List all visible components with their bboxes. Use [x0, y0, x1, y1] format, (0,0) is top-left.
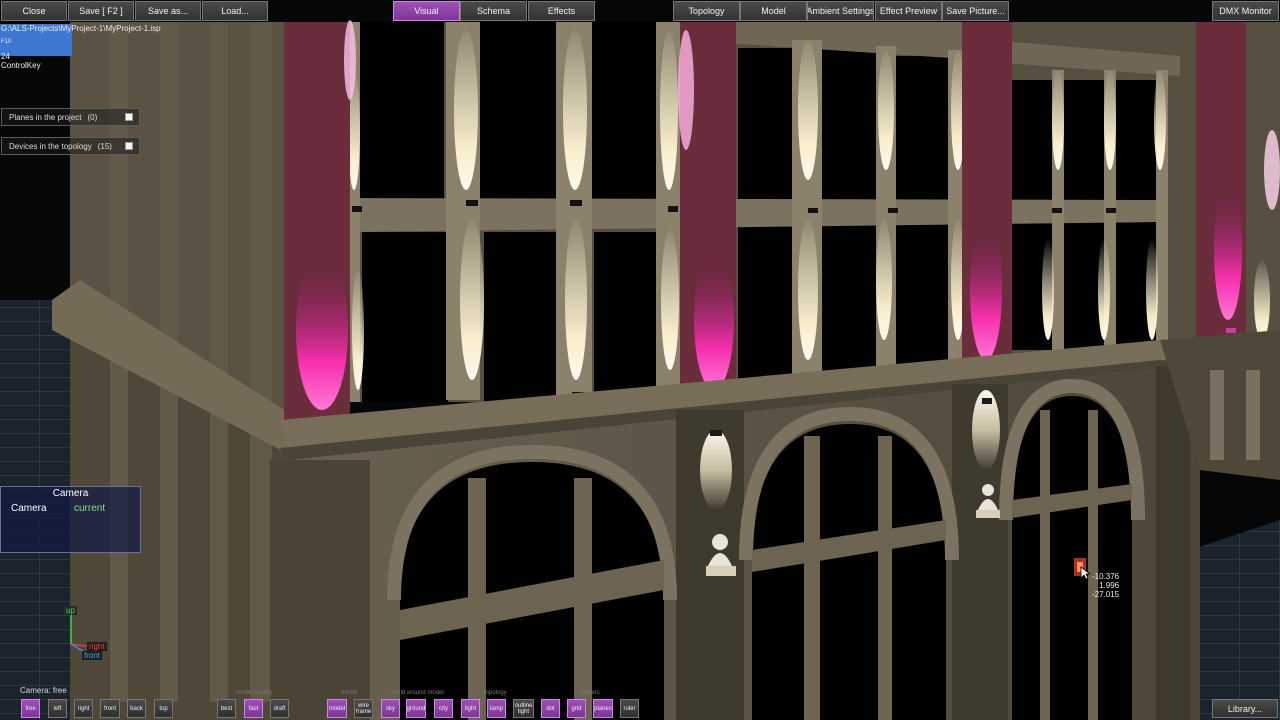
key-hint: F10 [1, 39, 12, 45]
planes-list-label: Planes in the project [9, 112, 82, 122]
topology-button[interactable]: Topology [673, 1, 740, 21]
tab-visual[interactable]: Visual [393, 1, 460, 21]
cursor-coordinates: -10.376 1.996 -27.015 [1092, 572, 1119, 599]
cam-right-button[interactable]: right [74, 699, 93, 718]
render-fast-button[interactable]: fast [244, 699, 263, 718]
light-toggle-button[interactable]: light [461, 699, 480, 718]
fps-counter: 24 [1, 52, 10, 61]
render-quality-label: render quality [236, 690, 273, 696]
axis-right-label: right [87, 642, 107, 651]
control-key-label: ControlKey [1, 61, 41, 70]
wireframe-button[interactable]: wire frame [354, 699, 373, 718]
camera-row-value[interactable]: current [74, 503, 105, 514]
coord-z: -27.015 [1092, 590, 1120, 599]
camera-status: Camera: free [20, 686, 67, 695]
building-scene [0, 0, 1280, 720]
mouse-pointer-icon [1080, 566, 1090, 580]
helpers-group-label: helpers [580, 690, 600, 696]
outline-light-toggle-button[interactable]: outline light [513, 699, 534, 718]
library-button[interactable]: Library... [1212, 699, 1278, 718]
tab-effects[interactable]: Effects [528, 1, 595, 21]
camera-panel: Camera Camera current [0, 486, 141, 553]
lamp-toggle-button[interactable]: lamp [487, 699, 506, 718]
ambient-settings-button[interactable]: Ambient Settings [807, 1, 874, 21]
model-view-button[interactable]: model [327, 699, 347, 718]
coord-y: 1.996 [1099, 581, 1120, 590]
devices-list-label: Devices in the topology [9, 141, 92, 151]
dmx-monitor-button[interactable]: DMX Monitor [1212, 1, 1279, 21]
axis-up-label: up [64, 606, 77, 615]
dot-toggle-button[interactable]: dot [541, 699, 560, 718]
model-group-label: model [341, 690, 358, 696]
grid-toggle-button[interactable]: grid [567, 699, 586, 718]
project-path: G:\ALS-Projects\MyProject-1\MyProject-1.… [1, 24, 161, 33]
devices-list-toggle[interactable]: Devices in the topology (15) [1, 137, 140, 155]
3d-viewport[interactable] [0, 0, 1280, 720]
cam-front-button[interactable]: front [100, 699, 120, 718]
cam-top-button[interactable]: top [154, 699, 173, 718]
save-button[interactable]: Save [ F2 ] [68, 1, 134, 21]
close-button[interactable]: Close [1, 1, 67, 21]
axis-front-label: front [82, 651, 103, 660]
planes-list-toggle[interactable]: Planes in the project (0) [1, 108, 140, 126]
planes-checkbox[interactable] [125, 113, 133, 121]
planes-toggle-button[interactable]: planes [593, 699, 613, 718]
load-button[interactable]: Load... [202, 1, 268, 21]
city-toggle-button[interactable]: city [434, 699, 453, 718]
ruler-toggle-button[interactable]: ruler [620, 699, 639, 718]
camera-panel-title: Camera [52, 488, 89, 499]
tab-schema[interactable]: Schema [460, 1, 527, 21]
sky-toggle-button[interactable]: sky [381, 699, 400, 718]
topology-group-label: topology [484, 690, 507, 696]
camera-row-label: Camera [11, 503, 47, 514]
save-picture-button[interactable]: Save Picture... [942, 1, 1009, 21]
devices-checkbox[interactable] [125, 142, 133, 150]
cam-left-button[interactable]: left [48, 699, 67, 718]
world-group-label: world around model [391, 690, 444, 696]
devices-count: (15) [97, 141, 112, 151]
render-best-button[interactable]: best [217, 699, 236, 718]
cam-back-button[interactable]: back [127, 699, 146, 718]
planes-count: (0) [87, 112, 98, 122]
cam-free-button[interactable]: free [21, 699, 40, 718]
model-button[interactable]: Model [740, 1, 807, 21]
save-as-button[interactable]: Save as... [135, 1, 201, 21]
ground-toggle-button[interactable]: ground [406, 699, 426, 718]
coord-x: -10.376 [1092, 572, 1120, 581]
effect-preview-button[interactable]: Effect Preview [875, 1, 942, 21]
render-draft-button[interactable]: draft [270, 699, 289, 718]
